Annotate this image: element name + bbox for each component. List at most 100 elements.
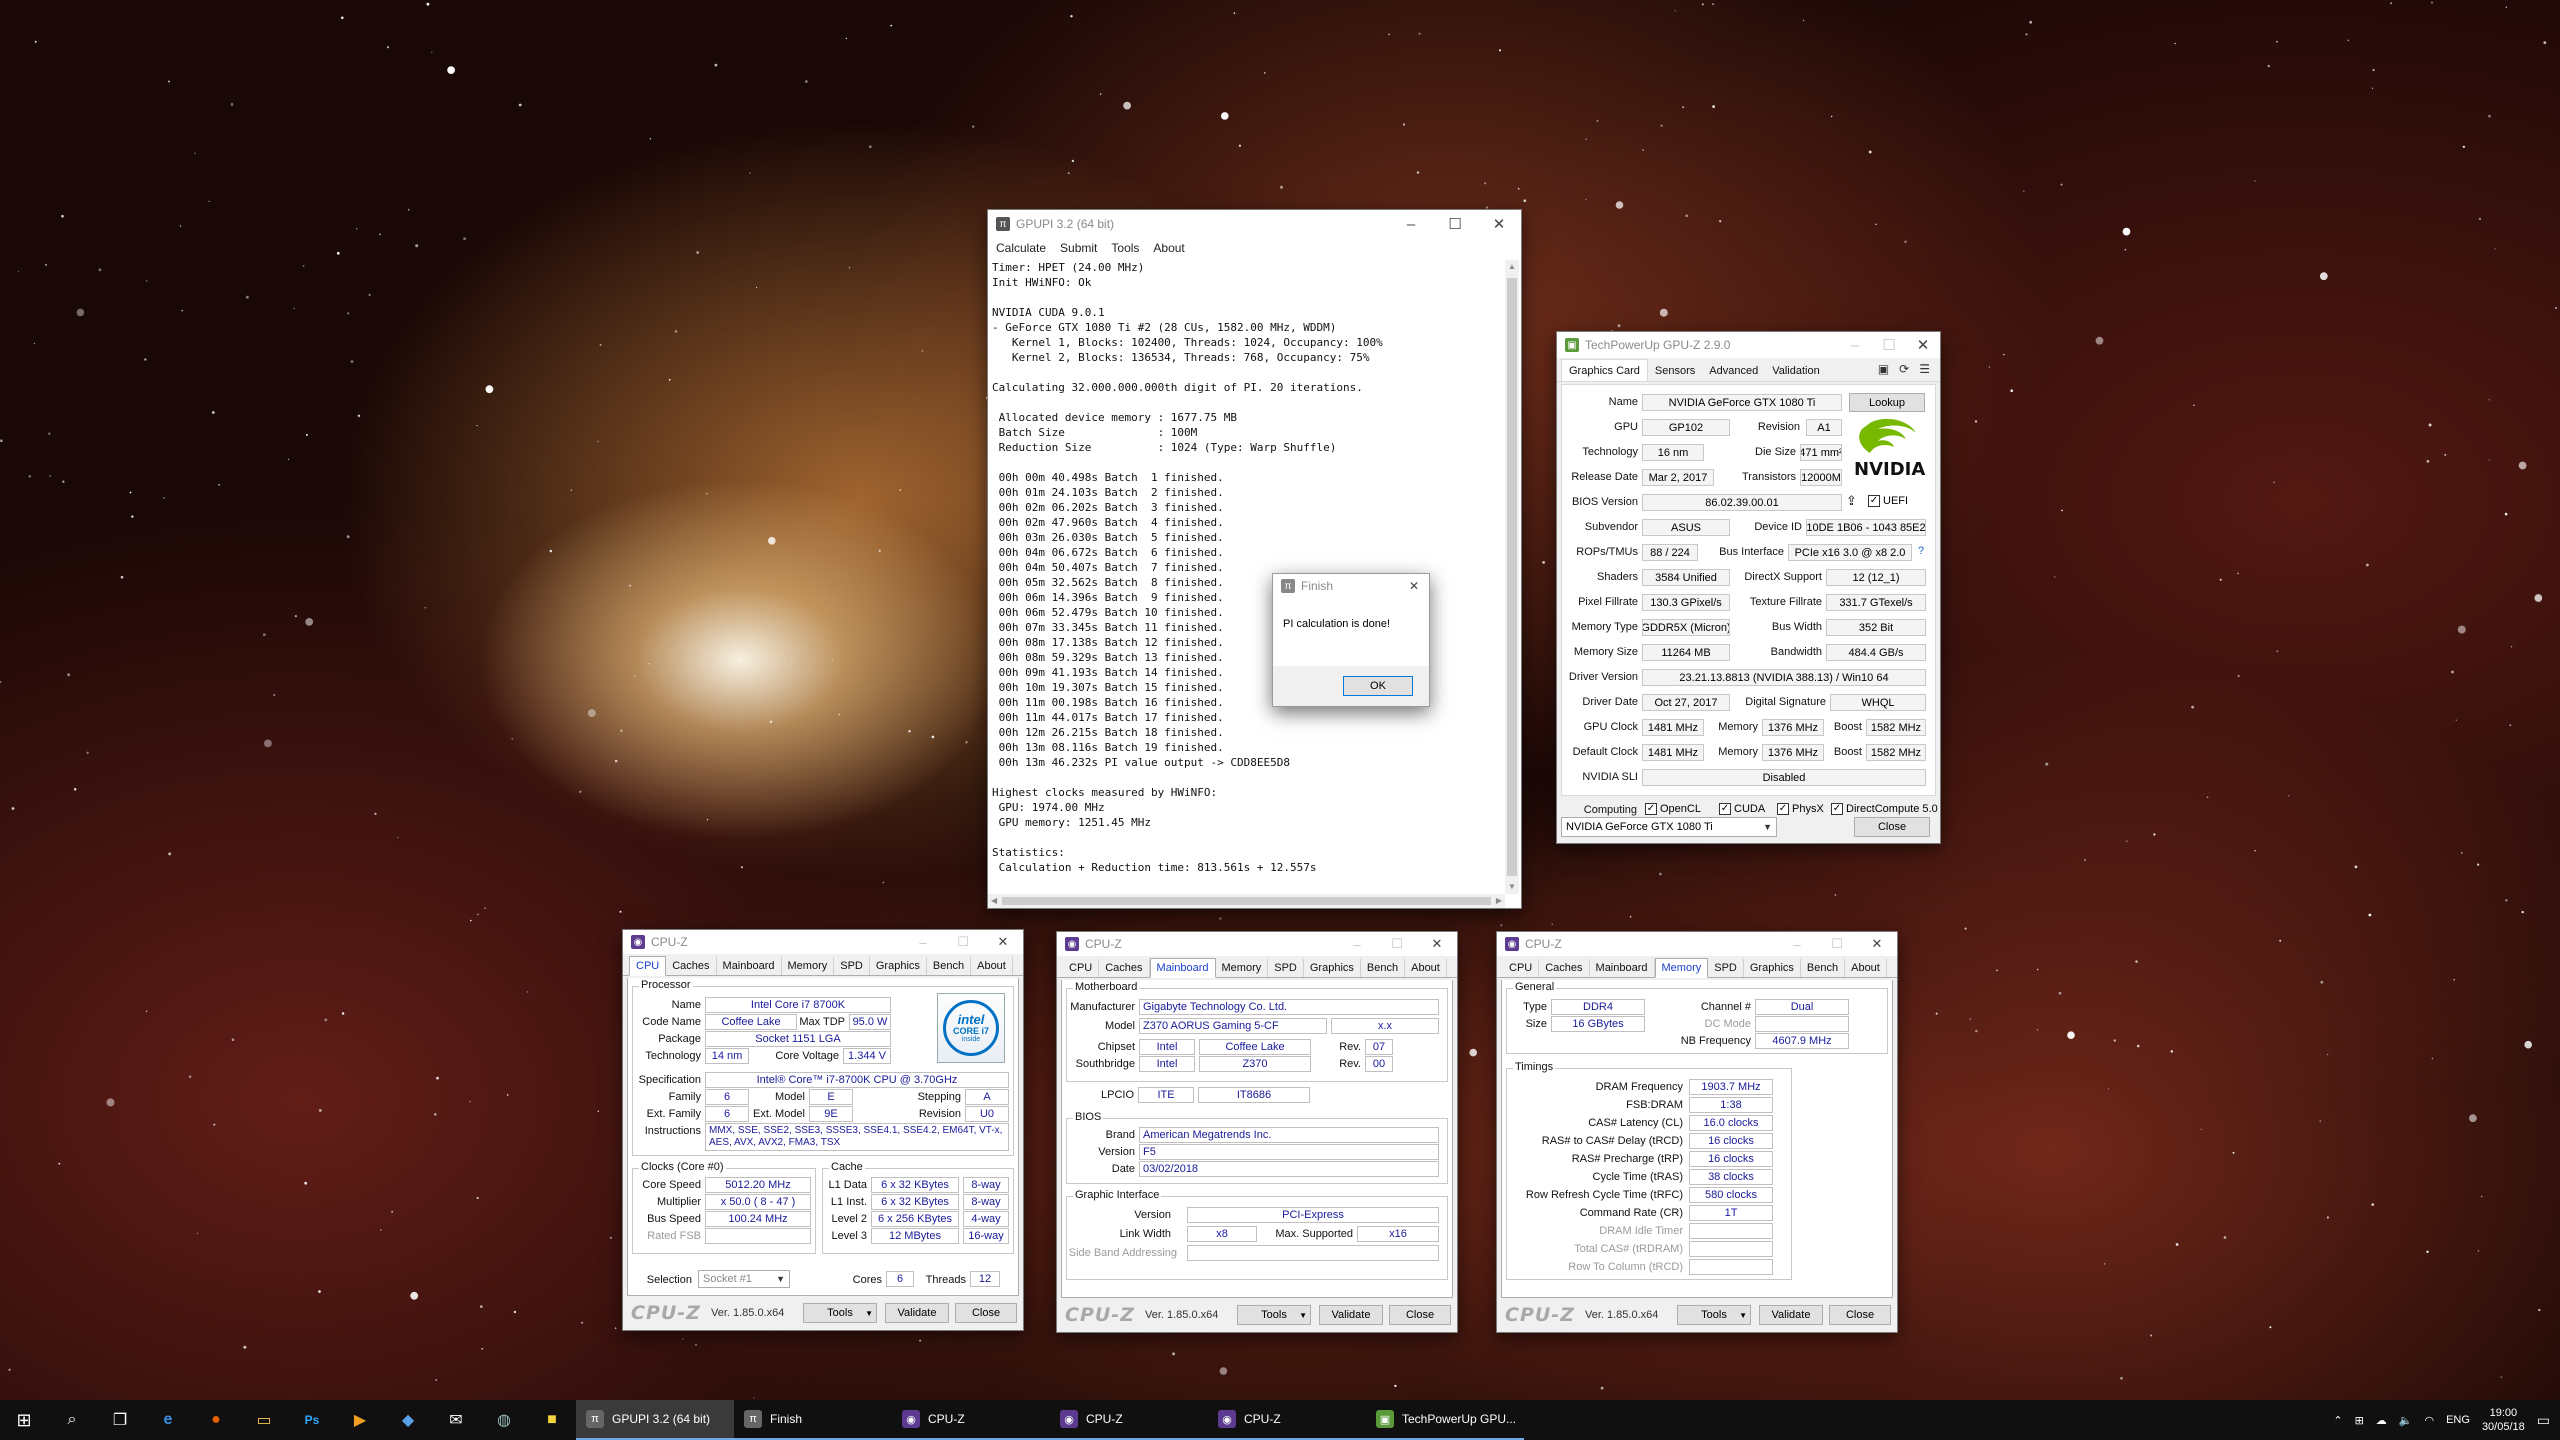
validate-button[interactable]: Validate <box>885 1303 949 1323</box>
maximize-icon[interactable]: ☐ <box>1817 932 1857 956</box>
tab-about[interactable]: About <box>971 957 1013 975</box>
tab-sensors[interactable]: Sensors <box>1648 361 1702 381</box>
scroll-left-icon[interactable]: ◀ <box>991 894 997 908</box>
refresh-icon[interactable]: ⟳ <box>1899 362 1909 376</box>
volume-icon[interactable]: 🔈 <box>2399 1414 2413 1427</box>
close-icon[interactable]: ✕ <box>1906 332 1940 358</box>
photoshop-icon[interactable]: Ps <box>288 1400 336 1440</box>
scroll-up-icon[interactable]: ▲ <box>1505 260 1519 274</box>
tab-advanced[interactable]: Advanced <box>1702 361 1765 381</box>
menu-about[interactable]: About <box>1153 241 1184 255</box>
tab-validation[interactable]: Validation <box>1765 361 1827 381</box>
uefi-checkbox[interactable]: ✓ UEFI <box>1868 495 1908 507</box>
chevron-up-icon[interactable]: ⌃ <box>2333 1414 2342 1427</box>
finish-titlebar[interactable]: π Finish ✕ <box>1273 574 1429 598</box>
close-button[interactable]: Close <box>1829 1305 1891 1325</box>
scroll-right-icon[interactable]: ▶ <box>1496 894 1502 908</box>
close-button[interactable]: Close <box>1389 1305 1451 1325</box>
firefox-icon[interactable]: ● <box>192 1400 240 1440</box>
scrollbar-thumb[interactable] <box>1002 897 1491 905</box>
tab-mainboard[interactable]: Mainboard <box>1590 959 1655 977</box>
physx-checkbox[interactable]: ✓ PhysX <box>1777 803 1824 815</box>
taskbar-app-cpuz-3[interactable]: ◉ CPU-Z <box>1208 1400 1366 1440</box>
menu-submit[interactable]: Submit <box>1060 241 1097 255</box>
minimize-icon[interactable]: – <box>1777 932 1817 956</box>
notifications-icon[interactable]: ▭ <box>2537 1412 2550 1429</box>
tab-cpu[interactable]: CPU <box>1063 959 1100 977</box>
tab-spd[interactable]: SPD <box>1708 959 1744 977</box>
language-indicator[interactable]: ENG <box>2446 1414 2470 1426</box>
tab-about[interactable]: About <box>1405 959 1447 977</box>
ok-button[interactable]: OK <box>1343 676 1413 696</box>
close-button[interactable]: Close <box>955 1303 1017 1323</box>
cuda-checkbox[interactable]: ✓ CUDA <box>1719 803 1765 815</box>
validate-button[interactable]: Validate <box>1759 1305 1823 1325</box>
scrollbar-thumb[interactable] <box>1507 278 1517 876</box>
task-view-icon[interactable]: ❐ <box>96 1400 144 1440</box>
maximize-icon[interactable]: ☐ <box>1872 332 1906 358</box>
minimize-icon[interactable]: – <box>1337 932 1377 956</box>
tab-caches[interactable]: Caches <box>666 957 717 975</box>
search-icon[interactable]: ⌕ <box>48 1400 96 1440</box>
cpuz-titlebar[interactable]: ◉ CPU-Z – ☐ ✕ <box>1057 932 1457 956</box>
close-icon[interactable]: ✕ <box>1857 932 1897 956</box>
validate-button[interactable]: Validate <box>1319 1305 1383 1325</box>
help-icon[interactable]: ? <box>1918 545 1924 557</box>
network-icon[interactable]: ⊞ <box>2355 1414 2364 1427</box>
close-icon[interactable]: ✕ <box>1417 932 1457 956</box>
mail-icon[interactable]: ✉ <box>432 1400 480 1440</box>
scroll-down-icon[interactable]: ▼ <box>1505 880 1519 894</box>
maximize-icon[interactable]: ☐ <box>943 930 983 954</box>
gpuz-titlebar[interactable]: ▣ TechPowerUp GPU-Z 2.9.0 – ☐ ✕ <box>1557 332 1940 358</box>
horizontal-scrollbar[interactable]: ◀ ▶ <box>988 894 1505 908</box>
tab-about[interactable]: About <box>1845 959 1887 977</box>
tab-bench[interactable]: Bench <box>927 957 972 975</box>
close-icon[interactable]: ✕ <box>1477 210 1521 238</box>
wifi-icon[interactable]: ◠ <box>2424 1414 2434 1427</box>
taskbar-app-gpupi[interactable]: π GPUPI 3.2 (64 bit) <box>576 1400 734 1440</box>
tab-memory[interactable]: Memory <box>1216 959 1269 977</box>
tab-graphics[interactable]: Graphics <box>1744 959 1801 977</box>
socket-select[interactable]: Socket #1 ▼ <box>698 1270 790 1288</box>
tab-spd[interactable]: SPD <box>1268 959 1304 977</box>
gpuz-close-button[interactable]: Close <box>1854 817 1930 837</box>
menu-calculate[interactable]: Calculate <box>996 241 1046 255</box>
tab-cpu[interactable]: CPU <box>629 956 667 976</box>
tab-bench[interactable]: Bench <box>1801 959 1846 977</box>
tab-mainboard[interactable]: Mainboard <box>717 957 782 975</box>
media-player-icon[interactable]: ▶ <box>336 1400 384 1440</box>
vertical-scrollbar[interactable]: ▲ ▼ <box>1505 260 1519 894</box>
menu-tools[interactable]: Tools <box>1111 241 1139 255</box>
tab-bench[interactable]: Bench <box>1361 959 1406 977</box>
clock[interactable]: 19:00 30/05/18 <box>2482 1406 2525 1434</box>
windows-start-icon[interactable]: ⊞ <box>0 1400 48 1440</box>
directcompute-checkbox[interactable]: ✓ DirectCompute 5.0 <box>1831 803 1938 815</box>
file-explorer-icon[interactable]: ▭ <box>240 1400 288 1440</box>
edge-browser-icon[interactable]: e <box>144 1400 192 1440</box>
tab-spd[interactable]: SPD <box>834 957 870 975</box>
tools-button[interactable]: Tools ▼ <box>1237 1305 1311 1325</box>
close-icon[interactable]: ✕ <box>1399 574 1429 598</box>
sticky-notes-icon[interactable]: ■ <box>528 1400 576 1440</box>
taskbar-app-finish[interactable]: π Finish <box>734 1400 892 1440</box>
gpupi-titlebar[interactable]: π GPUPI 3.2 (64 bit) – ☐ ✕ <box>988 210 1521 238</box>
app-icon[interactable]: ◆ <box>384 1400 432 1440</box>
steam-icon[interactable]: ◍ <box>480 1400 528 1440</box>
minimize-icon[interactable]: – <box>1838 332 1872 358</box>
tools-button[interactable]: Tools ▼ <box>1677 1305 1751 1325</box>
lookup-button[interactable]: Lookup <box>1849 393 1925 412</box>
maximize-icon[interactable]: ☐ <box>1377 932 1417 956</box>
taskbar-app-gpuz[interactable]: ▣ TechPowerUp GPU... <box>1366 1400 1524 1440</box>
share-icon[interactable]: ⇪ <box>1846 493 1857 509</box>
tab-caches[interactable]: Caches <box>1539 959 1590 977</box>
cpuz-titlebar[interactable]: ◉ CPU-Z – ☐ ✕ <box>623 930 1023 954</box>
onedrive-icon[interactable]: ☁ <box>2376 1414 2387 1427</box>
maximize-icon[interactable]: ☐ <box>1433 210 1477 238</box>
minimize-icon[interactable]: – <box>903 930 943 954</box>
tab-caches[interactable]: Caches <box>1099 959 1150 977</box>
menu-icon[interactable]: ☰ <box>1919 362 1930 376</box>
tools-button[interactable]: Tools ▼ <box>803 1303 877 1323</box>
tab-graphics[interactable]: Graphics <box>870 957 927 975</box>
card-select[interactable]: NVIDIA GeForce GTX 1080 Ti ▼ <box>1561 817 1777 837</box>
tab-graphics-card[interactable]: Graphics Card <box>1561 359 1648 381</box>
